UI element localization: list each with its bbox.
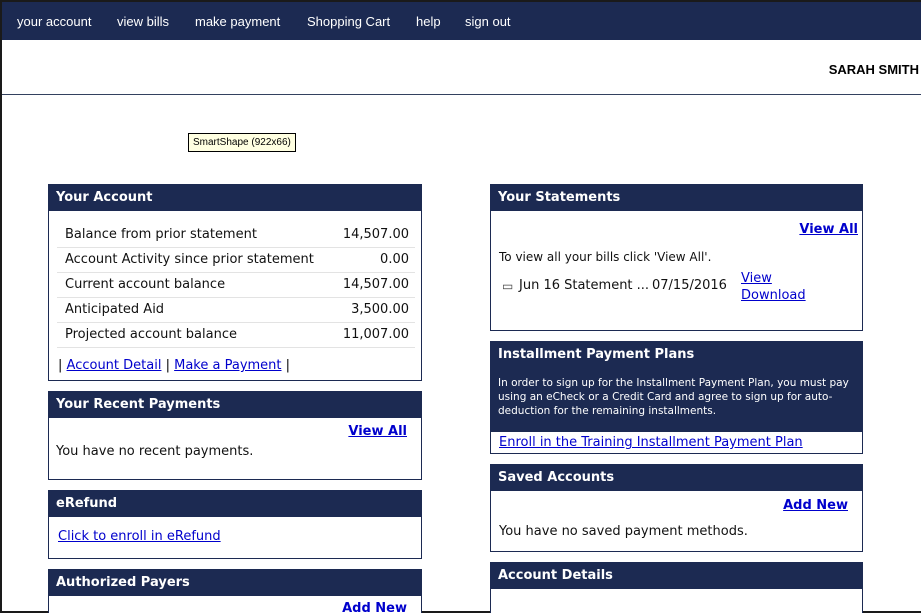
account-summary-table: Balance from prior statement 14,507.00 A…	[57, 223, 415, 348]
make-payment-link[interactable]: Make a Payment	[174, 358, 281, 373]
saved-accounts-panel: Saved Accounts Add New You have no saved…	[490, 464, 863, 552]
recent-payments-title: Your Recent Payments	[49, 392, 421, 418]
statements-message: To view all your bills click 'View All'.	[499, 250, 712, 264]
authorized-payers-add-new-link[interactable]: Add New	[342, 601, 407, 613]
document-icon: ▭	[502, 279, 514, 293]
table-row: Balance from prior statement 14,507.00	[57, 223, 415, 248]
erefund-enroll-link[interactable]: Click to enroll in eRefund	[58, 529, 221, 544]
statement-date: 07/15/2016	[652, 278, 727, 293]
account-detail-link[interactable]: Account Detail	[67, 358, 162, 373]
nav-your-account[interactable]: your account	[17, 14, 91, 29]
row-value: 11,007.00	[342, 327, 409, 342]
nav-view-bills[interactable]: view bills	[117, 14, 169, 29]
top-nav: your account view bills make payment Sho…	[2, 2, 921, 40]
table-row: Account Activity since prior statement 0…	[57, 248, 415, 273]
row-label: Current account balance	[65, 277, 226, 292]
nav-shopping-cart[interactable]: Shopping Cart	[307, 14, 390, 29]
row-value: 3,500.00	[351, 302, 409, 317]
link-separator: |	[165, 358, 170, 373]
nav-make-payment[interactable]: make payment	[195, 14, 280, 29]
statements-title: Your Statements	[491, 185, 862, 211]
your-account-title: Your Account	[49, 185, 421, 211]
user-name: SARAH SMITH	[828, 62, 919, 77]
table-row: Projected account balance 11,007.00	[57, 323, 415, 348]
row-value: 0.00	[380, 252, 409, 267]
installment-link-row: Enroll in the Training Installment Payme…	[491, 432, 862, 453]
user-bar: SARAH SMITH	[2, 40, 921, 95]
row-value: 14,507.00	[342, 227, 409, 242]
row-value: 14,507.00	[342, 277, 409, 292]
table-row: Anticipated Aid 3,500.00	[57, 298, 415, 323]
saved-accounts-title: Saved Accounts	[491, 465, 862, 491]
installment-panel: Installment Payment Plans In order to si…	[490, 341, 863, 454]
account-links: | Account Detail | Make a Payment |	[58, 358, 290, 373]
recent-payments-view-all-link[interactable]: View All	[348, 424, 407, 439]
link-separator: |	[58, 358, 63, 373]
statements-view-all-link[interactable]: View All	[799, 222, 858, 237]
row-label: Account Activity since prior statement	[65, 252, 314, 267]
erefund-title: eRefund	[49, 491, 421, 517]
erefund-panel: eRefund Click to enroll in eRefund	[48, 490, 422, 559]
saved-accounts-message: You have no saved payment methods.	[499, 524, 748, 539]
authorized-payers-panel: Authorized Payers Add New	[48, 569, 422, 613]
link-separator: |	[285, 358, 291, 373]
smartshape-tooltip: SmartShape (922x66)	[188, 133, 296, 152]
statements-panel: Your Statements View All To view all you…	[490, 184, 863, 331]
installment-enroll-link[interactable]: Enroll in the Training Installment Payme…	[499, 435, 803, 450]
installment-description: In order to sign up for the Installment …	[498, 377, 849, 417]
recent-payments-message: You have no recent payments.	[56, 444, 254, 459]
your-account-panel: Your Account Balance from prior statemen…	[48, 184, 422, 381]
nav-help[interactable]: help	[416, 14, 441, 29]
statement-view-link[interactable]: View	[741, 271, 772, 286]
table-row: Current account balance 14,507.00	[57, 273, 415, 298]
account-details-panel: Account Details	[490, 562, 863, 613]
statement-name: Jun 16 Statement ...	[519, 278, 650, 293]
authorized-payers-title: Authorized Payers	[49, 570, 421, 596]
row-label: Anticipated Aid	[65, 302, 165, 317]
account-details-title: Account Details	[491, 563, 862, 589]
installment-title: Installment Payment Plans	[491, 342, 862, 368]
recent-payments-panel: Your Recent Payments View All You have n…	[48, 391, 422, 480]
row-label: Projected account balance	[65, 327, 237, 342]
statement-download-link[interactable]: Download	[741, 288, 806, 303]
row-label: Balance from prior statement	[65, 227, 257, 242]
saved-accounts-add-new-link[interactable]: Add New	[783, 498, 848, 513]
nav-sign-out[interactable]: sign out	[465, 14, 511, 29]
